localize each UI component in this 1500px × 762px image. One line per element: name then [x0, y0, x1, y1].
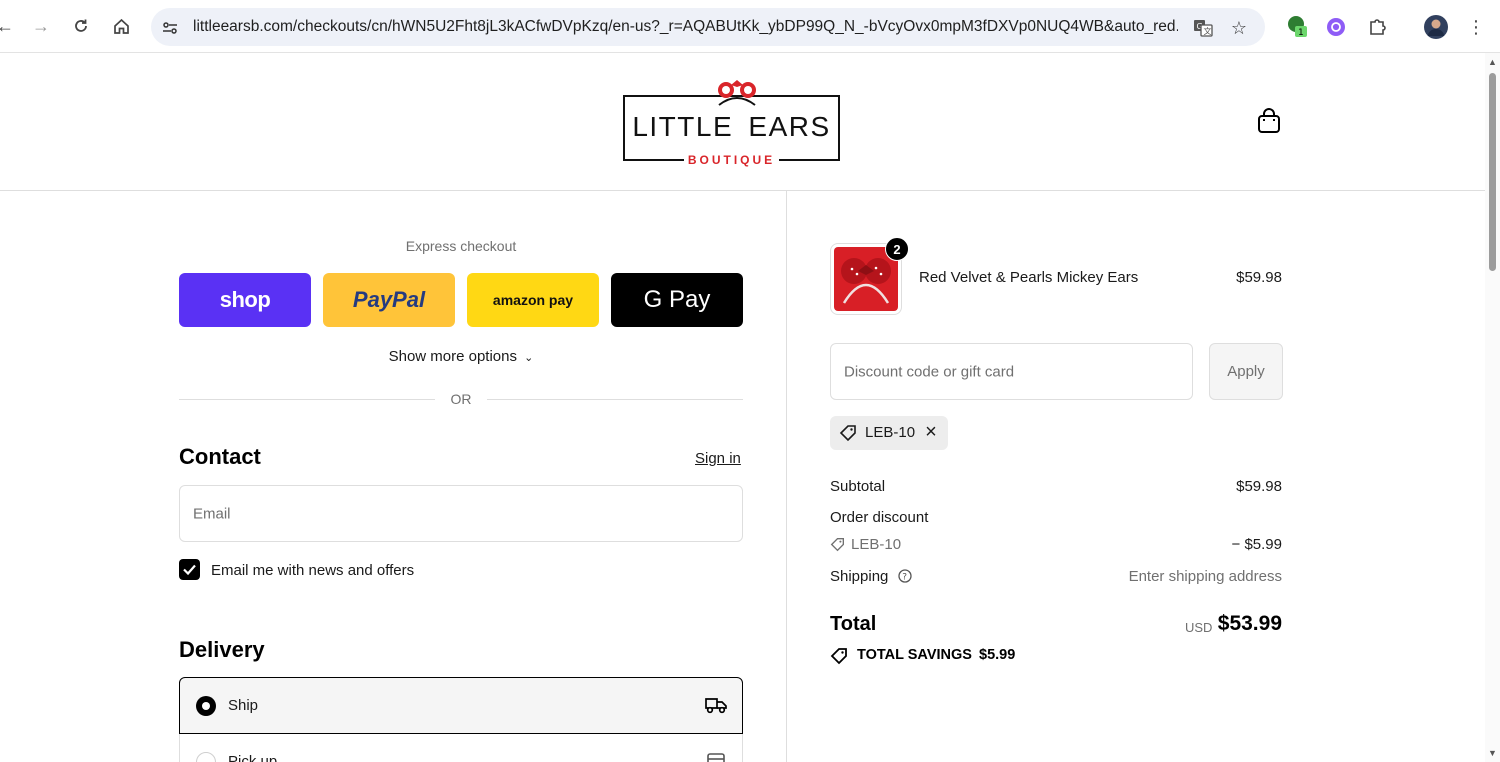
- delivery-heading: Delivery: [179, 637, 265, 662]
- delivery-option-label: Pick up: [228, 753, 278, 762]
- discount-value: − $5.99: [1231, 536, 1282, 553]
- forward-icon[interactable]: →: [28, 13, 54, 39]
- total-currency: USD: [1185, 620, 1213, 635]
- show-more-options-link[interactable]: Show more options ⌄: [179, 348, 743, 365]
- newsletter-label: Email me with news and offers: [211, 562, 415, 579]
- mickey-ears-icon: [718, 80, 756, 106]
- radio-selected[interactable]: [196, 696, 216, 716]
- or-divider: OR: [179, 390, 743, 410]
- bookmark-star-icon[interactable]: ☆: [1228, 17, 1250, 39]
- paypal-button[interactable]: PayPal: [323, 273, 455, 327]
- radio-unselected[interactable]: [196, 752, 216, 762]
- email-field[interactable]: Email: [179, 485, 743, 542]
- logo-main-text: LITTLE EARS: [632, 111, 831, 142]
- page-scrollbar[interactable]: ▲ ▼: [1485, 53, 1500, 762]
- total-savings-value: $5.99: [979, 647, 1016, 663]
- sign-in-link[interactable]: Sign in: [695, 450, 741, 467]
- svg-text:1: 1: [1298, 28, 1304, 38]
- email-placeholder: Email: [193, 505, 231, 522]
- savings-tag-icon: [830, 648, 847, 665]
- svg-text:?: ?: [902, 573, 907, 583]
- total-value: $53.99: [1217, 612, 1282, 635]
- scrollbar-thumb[interactable]: [1489, 73, 1496, 271]
- order-discount-label: Order discount: [830, 509, 929, 526]
- shipping-value: Enter shipping address: [1128, 568, 1282, 585]
- total-savings-label: TOTAL SAVINGS: [857, 647, 972, 663]
- total-label: Total: [830, 613, 877, 635]
- site-info-icon[interactable]: [159, 17, 181, 39]
- logo-sub-text: BOUTIQUE: [625, 153, 838, 167]
- translate-icon[interactable]: G文: [1192, 17, 1214, 39]
- truck-icon: [705, 698, 727, 714]
- browser-menu-icon[interactable]: ⋮: [1463, 14, 1489, 40]
- svg-text:文: 文: [1204, 26, 1212, 36]
- help-circle-icon[interactable]: ?: [898, 569, 912, 583]
- column-divider: [786, 191, 787, 762]
- amazon-pay-button[interactable]: amazon pay: [467, 273, 599, 327]
- discount-code-text: LEB-10: [851, 536, 902, 553]
- delivery-option-ship[interactable]: Ship: [179, 677, 743, 734]
- remove-discount-icon[interactable]: ×: [921, 422, 941, 442]
- discount-code-field[interactable]: Discount code or gift card: [830, 343, 1193, 400]
- home-icon[interactable]: [108, 13, 134, 39]
- subtotal-label: Subtotal: [830, 478, 886, 495]
- quantity-badge: 2: [885, 237, 909, 261]
- express-checkout-label: Express checkout: [405, 238, 517, 254]
- google-pay-button[interactable]: G Pay: [611, 273, 743, 327]
- scroll-down-icon[interactable]: ▼: [1488, 748, 1497, 758]
- delivery-option-label: Ship: [228, 697, 259, 714]
- delivery-option-pickup[interactable]: Pick up: [179, 734, 743, 762]
- browser-toolbar: ← → littleearsb.com/checkouts/cn/hWN5U2F…: [0, 0, 1500, 53]
- shop-pay-button[interactable]: shop: [179, 273, 311, 327]
- subtotal-value: $59.98: [1236, 478, 1282, 495]
- site-header: LITTLE EARS BOUTIQUE: [0, 53, 1485, 191]
- shopping-bag-icon[interactable]: [1257, 108, 1281, 134]
- address-bar[interactable]: littleearsb.com/checkouts/cn/hWN5U2Fht8j…: [151, 8, 1265, 46]
- applied-code-label: LEB-10: [865, 424, 916, 441]
- shipping-label: Shipping: [830, 568, 889, 585]
- tag-icon: [830, 538, 844, 552]
- profile-avatar-icon[interactable]: [1423, 14, 1449, 40]
- product-price: $59.98: [1236, 269, 1282, 286]
- applied-discount-chip: LEB-10 ×: [830, 416, 948, 450]
- newsletter-checkbox[interactable]: [179, 559, 200, 580]
- extension-purple-icon[interactable]: [1323, 14, 1349, 40]
- chevron-down-icon: ⌄: [524, 352, 534, 364]
- store-logo[interactable]: LITTLE EARS BOUTIQUE: [623, 80, 840, 167]
- discount-placeholder: Discount code or gift card: [844, 363, 1015, 380]
- reload-icon[interactable]: [68, 13, 94, 39]
- extensions-puzzle-icon[interactable]: [1365, 14, 1391, 40]
- product-name: Red Velvet & Pearls Mickey Ears: [919, 269, 1139, 286]
- tag-icon: [839, 425, 856, 442]
- store-icon: [707, 753, 725, 762]
- checkmark-icon: [183, 564, 196, 576]
- or-line-right: [487, 399, 743, 400]
- apply-button[interactable]: Apply: [1209, 343, 1283, 400]
- contact-heading: Contact: [179, 444, 261, 469]
- extension-icon[interactable]: 1: [1285, 14, 1311, 40]
- back-icon[interactable]: ←: [0, 13, 18, 39]
- url-text[interactable]: littleearsb.com/checkouts/cn/hWN5U2Fht8j…: [193, 18, 1178, 36]
- scroll-up-icon[interactable]: ▲: [1488, 57, 1497, 67]
